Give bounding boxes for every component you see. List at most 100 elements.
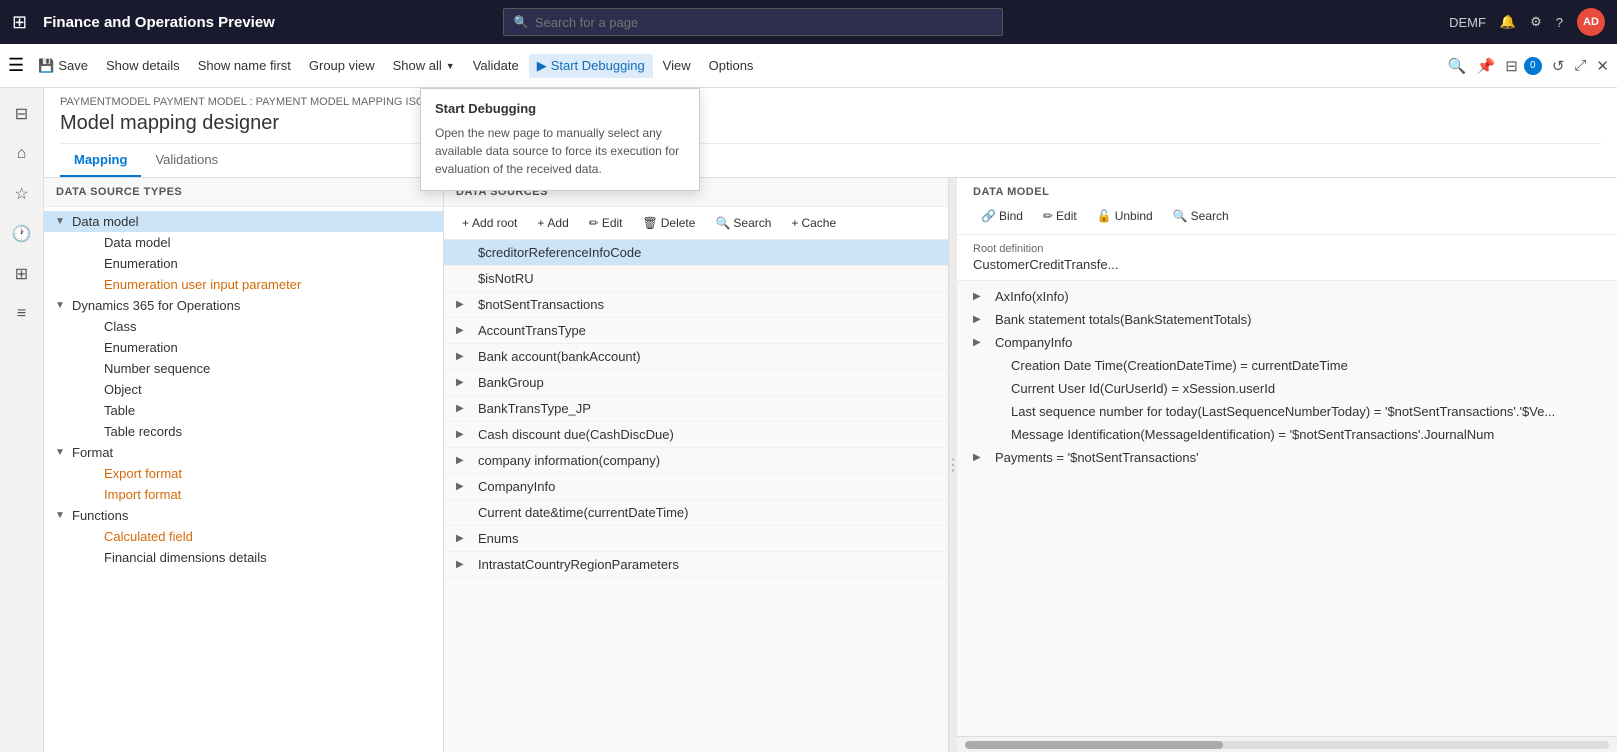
toolbar-refresh-icon[interactable]: ↺ — [1552, 57, 1565, 75]
show-details-button[interactable]: Show details — [98, 54, 188, 77]
root-definition-label: Root definition — [973, 243, 1601, 255]
ds-item-companyinfo[interactable]: ▶ CompanyInfo — [444, 474, 948, 500]
dm-last-sequence[interactable]: Last sequence number for today(LastSeque… — [957, 400, 1617, 423]
ds-item-company-info[interactable]: ▶ company information(company) — [444, 448, 948, 474]
cache-button[interactable]: + Cache — [783, 213, 844, 233]
dst-object[interactable]: Object — [44, 379, 443, 400]
edit-icon: ✏ — [589, 216, 599, 230]
delete-button[interactable]: 🗑 Delete — [635, 213, 704, 233]
sidebar-filter-icon[interactable]: ⊟ — [4, 96, 40, 132]
user-avatar[interactable]: AD — [1577, 8, 1605, 36]
help-icon[interactable]: ? — [1556, 15, 1563, 30]
dst-calculated-field[interactable]: Calculated field — [44, 526, 443, 547]
unbind-button[interactable]: 🔓 Unbind — [1089, 206, 1161, 226]
sidebar-grid-icon[interactable]: ⊞ — [4, 256, 40, 292]
dm-ax-info[interactable]: ▶ AxInfo(xInfo) — [957, 285, 1617, 308]
data-sources-list: $creditorReferenceInfoCode $isNotRU ▶ $n… — [444, 240, 948, 752]
toolbar-search-icon[interactable]: 🔍 — [1448, 57, 1467, 75]
gear-icon[interactable]: ⚙ — [1530, 14, 1542, 30]
panel-divider[interactable]: ⋮ — [949, 178, 957, 752]
root-definition-value: CustomerCreditTransfe... — [973, 257, 1601, 272]
data-model-tree: ▶ AxInfo(xInfo) ▶ Bank statement totals(… — [957, 281, 1617, 736]
horizontal-scrollbar[interactable] — [957, 736, 1617, 752]
group-view-button[interactable]: Group view — [301, 54, 383, 77]
dst-export-format[interactable]: Export format — [44, 463, 443, 484]
ds-item-cash-discount[interactable]: ▶ Cash discount due(CashDiscDue) — [444, 422, 948, 448]
dst-functions[interactable]: ▼ Functions — [44, 505, 443, 526]
ds-item-is-not-ru[interactable]: $isNotRU — [444, 266, 948, 292]
toolbar-panel-icon[interactable]: ⊟ — [1505, 57, 1518, 75]
sidebar-list-icon[interactable]: ≡ — [4, 296, 40, 332]
show-name-first-button[interactable]: Show name first — [190, 54, 299, 77]
dst-table[interactable]: Table — [44, 400, 443, 421]
sidebar-home-icon[interactable]: ⌂ — [4, 136, 40, 172]
top-navigation: ⊞ Finance and Operations Preview 🔍 DEMF … — [0, 0, 1617, 44]
dm-search-button[interactable]: 🔍 Search — [1165, 206, 1237, 226]
dm-payments[interactable]: ▶ Payments = '$notSentTransactions' — [957, 446, 1617, 469]
dst-number-sequence[interactable]: Number sequence — [44, 358, 443, 379]
breadcrumb: PAYMENTMODEL PAYMENT MODEL : PAYMENT MOD… — [60, 96, 1601, 108]
search-icon: 🔍 — [514, 15, 529, 29]
global-search-input[interactable] — [535, 15, 992, 30]
app-grid-icon[interactable]: ⊞ — [12, 12, 27, 33]
ds-item-bank-trans-type[interactable]: ▶ BankTransType_JP — [444, 396, 948, 422]
ds-item-creditor-ref[interactable]: $creditorReferenceInfoCode — [444, 240, 948, 266]
bell-icon[interactable]: 🔔 — [1500, 14, 1516, 30]
dst-enumeration2[interactable]: Enumeration — [44, 337, 443, 358]
search-icon: 🔍 — [1173, 209, 1188, 223]
dst-enumeration[interactable]: Enumeration — [44, 253, 443, 274]
ds-item-intrastat[interactable]: ▶ IntrastatCountryRegionParameters — [444, 552, 948, 578]
ds-item-bank-account[interactable]: ▶ Bank account(bankAccount) — [444, 344, 948, 370]
toolbar-pin-icon[interactable]: 📌 — [1477, 57, 1496, 75]
ds-item-bank-group[interactable]: ▶ BankGroup — [444, 370, 948, 396]
toolbar-expand-icon[interactable]: ⤢ — [1574, 57, 1586, 74]
add-root-button[interactable]: + Add root — [454, 213, 525, 233]
bind-button[interactable]: 🔗 Bind — [973, 206, 1031, 226]
ds-item-not-sent-transactions[interactable]: ▶ $notSentTransactions — [444, 292, 948, 318]
ds-item-current-datetime[interactable]: Current date&time(currentDateTime) — [444, 500, 948, 526]
show-all-button[interactable]: Show all ▼ — [385, 54, 463, 77]
dm-company-info[interactable]: ▶ CompanyInfo — [957, 331, 1617, 354]
dst-data-model-child[interactable]: Data model — [44, 232, 443, 253]
dst-enum-user-input[interactable]: Enumeration user input parameter — [44, 274, 443, 295]
dst-financial-dims[interactable]: Financial dimensions details — [44, 547, 443, 568]
tab-mapping[interactable]: Mapping — [60, 144, 141, 177]
three-column-layout: DATA SOURCE TYPES ▼ Data model Data mode… — [44, 178, 1617, 752]
content-panels: PAYMENTMODEL PAYMENT MODEL : PAYMENT MOD… — [44, 88, 1617, 752]
edit-icon: ✏ — [1043, 209, 1053, 223]
global-search-bar[interactable]: 🔍 — [503, 8, 1003, 36]
edit-button[interactable]: ✏ Edit — [581, 213, 631, 233]
dm-bank-statement[interactable]: ▶ Bank statement totals(BankStatementTot… — [957, 308, 1617, 331]
search-button[interactable]: 🔍 Search — [707, 213, 779, 233]
delete-icon: 🗑 — [643, 216, 658, 230]
validate-button[interactable]: Validate — [465, 54, 527, 77]
ds-item-account-trans-type[interactable]: ▶ AccountTransType — [444, 318, 948, 344]
dst-table-records[interactable]: Table records — [44, 421, 443, 442]
hamburger-icon[interactable]: ☰ — [8, 55, 24, 76]
view-button[interactable]: View — [655, 54, 699, 77]
dst-dynamics365[interactable]: ▼ Dynamics 365 for Operations — [44, 295, 443, 316]
plus-icon: + — [791, 216, 798, 230]
dst-class[interactable]: Class — [44, 316, 443, 337]
save-button[interactable]: 💾 Save — [30, 54, 96, 78]
expand-icon: ▼ — [52, 216, 68, 227]
add-button[interactable]: + Add — [529, 213, 576, 233]
dst-import-format[interactable]: Import format — [44, 484, 443, 505]
dst-format[interactable]: ▼ Format — [44, 442, 443, 463]
tooltip-title: Start Debugging — [435, 101, 685, 116]
dm-current-user-id[interactable]: Current User Id(CurUserId) = xSession.us… — [957, 377, 1617, 400]
ds-item-enums[interactable]: ▶ Enums — [444, 526, 948, 552]
data-model-header: DATA MODEL 🔗 Bind ✏ Edit 🔓 Unbind — [957, 178, 1617, 235]
dm-creation-datetime[interactable]: Creation Date Time(CreationDateTime) = c… — [957, 354, 1617, 377]
toolbar-close-icon[interactable]: ✕ — [1596, 57, 1609, 75]
start-debugging-button[interactable]: ▶ Start Debugging — [529, 54, 653, 78]
sidebar-clock-icon[interactable]: 🕐 — [4, 216, 40, 252]
options-button[interactable]: Options — [701, 54, 762, 77]
dst-data-model-root[interactable]: ▼ Data model — [44, 211, 443, 232]
start-debugging-tooltip: Start Debugging Open the new page to man… — [420, 88, 700, 191]
tab-validations[interactable]: Validations — [141, 144, 232, 177]
dm-edit-button[interactable]: ✏ Edit — [1035, 206, 1085, 226]
sidebar-star-icon[interactable]: ☆ — [4, 176, 40, 212]
dm-message-identification[interactable]: Message Identification(MessageIdentifica… — [957, 423, 1617, 446]
data-sources-toolbar: + Add root + Add ✏ Edit 🗑 Delete — [444, 207, 948, 240]
